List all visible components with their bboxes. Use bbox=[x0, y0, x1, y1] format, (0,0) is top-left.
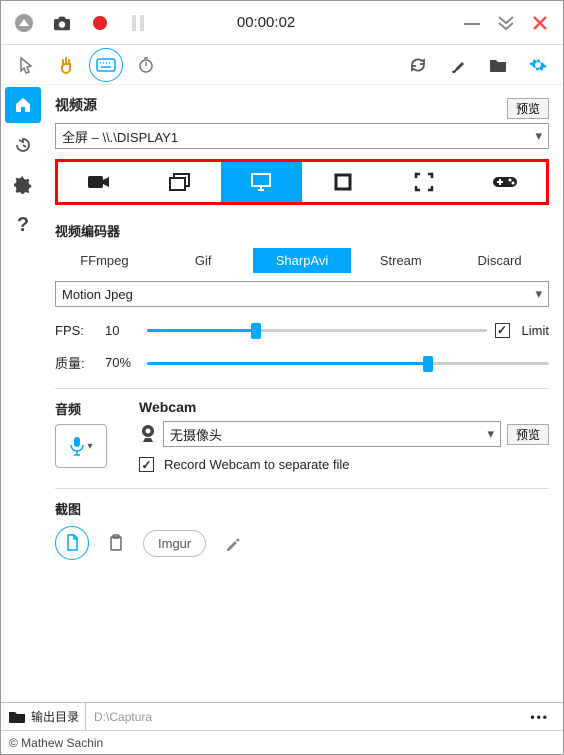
output-path-placeholder: D:\Captura bbox=[94, 710, 152, 724]
video-source-preview-button[interactable]: 预览 bbox=[507, 98, 549, 119]
video-source-selected-text: 全屏 – \\.\DISPLAY1 bbox=[62, 127, 178, 146]
nav-home-button[interactable] bbox=[5, 87, 41, 123]
collapse-button[interactable] bbox=[7, 6, 41, 40]
cursor-mode-button[interactable] bbox=[9, 48, 43, 82]
output-path-input[interactable]: D:\Captura bbox=[85, 703, 518, 730]
source-region-button[interactable] bbox=[302, 162, 383, 202]
output-footer: 输出目录 D:\Captura ••• bbox=[1, 702, 563, 730]
webcam-icon bbox=[139, 424, 157, 444]
copyright-text: © Mathew Sachin bbox=[9, 736, 103, 750]
webcam-separate-file-label: Record Webcam to separate file bbox=[164, 457, 349, 472]
nav-recent-button[interactable] bbox=[5, 127, 41, 163]
webcam-selected-text: 无摄像头 bbox=[170, 425, 222, 444]
titlebar: 00:00:02 bbox=[1, 1, 563, 45]
screenshot-clipboard-button[interactable] bbox=[99, 526, 133, 560]
keystroke-mode-button[interactable] bbox=[89, 48, 123, 82]
source-windows-button[interactable] bbox=[139, 162, 220, 202]
source-game-button[interactable] bbox=[465, 162, 546, 202]
encoder-heading: 视频编码器 bbox=[55, 221, 549, 240]
settings-button[interactable] bbox=[521, 48, 555, 82]
nav-help-button[interactable]: ? bbox=[5, 207, 41, 243]
copyright-footer: © Mathew Sachin bbox=[1, 730, 563, 754]
fps-value: 10 bbox=[105, 323, 139, 338]
screenshot-imgur-button[interactable]: Imgur bbox=[143, 530, 206, 557]
webcam-select[interactable]: 无摄像头 ▾ bbox=[163, 421, 501, 447]
pause-button[interactable] bbox=[121, 6, 155, 40]
quality-value: 70% bbox=[105, 355, 139, 370]
screenshot-edit-button[interactable] bbox=[216, 526, 250, 560]
folder-button[interactable] bbox=[481, 48, 515, 82]
encoder-codec-select[interactable]: Motion Jpeg ▾ bbox=[55, 281, 549, 307]
timer-mode-button[interactable] bbox=[129, 48, 163, 82]
webcam-separate-file-checkbox[interactable] bbox=[139, 457, 154, 472]
encoder-tab-stream[interactable]: Stream bbox=[351, 248, 450, 273]
minimize-button[interactable] bbox=[455, 6, 489, 40]
mode-toolbar bbox=[1, 45, 563, 85]
chevron-down-icon: ▾ bbox=[535, 128, 542, 144]
encoder-tab-sharpavi[interactable]: SharpAvi bbox=[253, 248, 352, 273]
output-browse-button[interactable]: ••• bbox=[524, 710, 555, 724]
left-nav: ? bbox=[1, 85, 45, 702]
source-camera-button[interactable] bbox=[58, 162, 139, 202]
click-mode-button[interactable] bbox=[49, 48, 83, 82]
screenshot-heading: 截图 bbox=[55, 499, 549, 518]
quality-label: 质量: bbox=[55, 353, 97, 372]
refresh-button[interactable] bbox=[401, 48, 435, 82]
video-source-select[interactable]: 全屏 – \\.\DISPLAY1 ▾ bbox=[55, 123, 549, 149]
folder-icon bbox=[9, 711, 25, 723]
timer-text: 00:00:02 bbox=[237, 14, 295, 31]
fps-slider[interactable] bbox=[147, 321, 487, 339]
fps-limit-checkbox[interactable] bbox=[495, 323, 510, 338]
output-label: 输出目录 bbox=[31, 708, 79, 725]
audio-heading: 音频 bbox=[55, 399, 125, 418]
webcam-heading: Webcam bbox=[139, 399, 549, 415]
encoder-codec-selected-text: Motion Jpeg bbox=[62, 287, 133, 302]
audio-mic-button[interactable]: ▾ bbox=[55, 424, 107, 468]
record-button[interactable] bbox=[83, 6, 117, 40]
chevron-down-icon: ▾ bbox=[87, 441, 92, 452]
encoder-tabs: FFmpeg Gif SharpAvi Stream Discard bbox=[55, 248, 549, 273]
expand-down-button[interactable] bbox=[489, 6, 523, 40]
main-content: 视频源 预览 全屏 – \\.\DISPLAY1 ▾ bbox=[45, 85, 563, 702]
brush-button[interactable] bbox=[441, 48, 475, 82]
fps-label: FPS: bbox=[55, 323, 97, 338]
nav-settings-button[interactable] bbox=[5, 167, 41, 203]
encoder-tab-gif[interactable]: Gif bbox=[154, 248, 253, 273]
chevron-down-icon: ▾ bbox=[487, 426, 494, 442]
screenshot-file-button[interactable] bbox=[55, 526, 89, 560]
source-monitor-button[interactable] bbox=[221, 162, 302, 202]
encoder-tab-ffmpeg[interactable]: FFmpeg bbox=[55, 248, 154, 273]
quality-slider[interactable] bbox=[147, 354, 549, 372]
webcam-preview-button[interactable]: 预览 bbox=[507, 424, 549, 445]
screenshot-button[interactable] bbox=[45, 6, 79, 40]
video-source-type-row bbox=[55, 159, 549, 205]
source-fullscreen-button[interactable] bbox=[383, 162, 464, 202]
encoder-tab-discard[interactable]: Discard bbox=[450, 248, 549, 273]
fps-limit-label: Limit bbox=[522, 323, 549, 338]
video-source-heading: 视频源 bbox=[55, 95, 97, 115]
chevron-down-icon: ▾ bbox=[535, 286, 542, 302]
close-button[interactable] bbox=[523, 6, 557, 40]
